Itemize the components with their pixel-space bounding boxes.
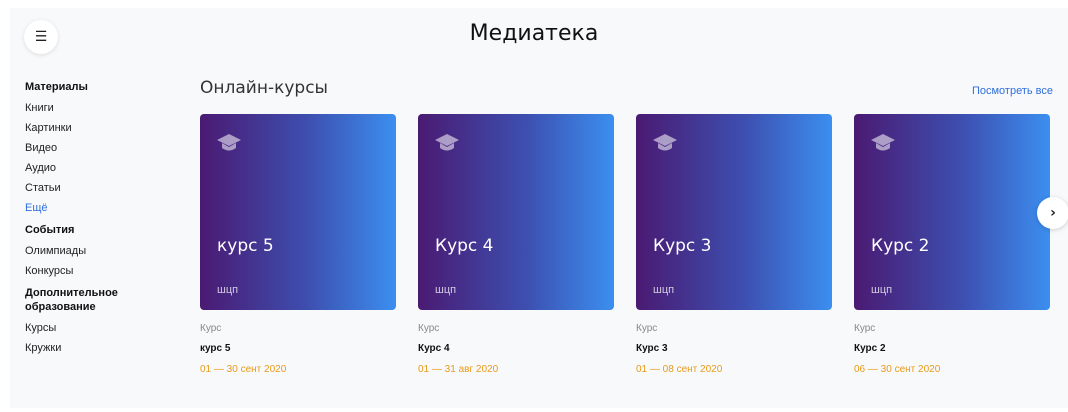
sidebar-heading-materials: Материалы: [25, 81, 88, 93]
graduation-cap-icon: [217, 134, 241, 151]
course-date: 01 — 30 сент 2020: [200, 364, 287, 375]
course-cover: Курс 4 шцп: [418, 114, 614, 310]
sidebar-item-olympiads[interactable]: Олимпиады: [25, 244, 175, 258]
course-cover-name: курс 5: [217, 236, 274, 256]
course-cover-name: Курс 3: [653, 236, 712, 256]
course-type: Курс: [200, 323, 222, 334]
sidebar-heading-education-2: образование: [25, 301, 96, 313]
graduation-cap-icon: [871, 134, 895, 151]
course-card[interactable]: курс 5 шцп Курс курс 5 01 — 30 сент 2020: [200, 114, 396, 375]
course-cover-org: шцп: [653, 284, 675, 296]
course-cover-name: Курс 2: [871, 236, 930, 256]
sidebar-item-pictures[interactable]: Картинки: [25, 121, 175, 135]
course-card[interactable]: Курс 4 шцп Курс Курс 4 01 — 31 авг 2020: [418, 114, 614, 375]
sidebar: Материалы Книги Картинки Видео Аудио Ста…: [25, 80, 175, 363]
course-cover-org: шцп: [435, 284, 457, 296]
page: ☰ Медиатека Материалы Книги Картинки Вид…: [0, 0, 1068, 412]
course-type: Курс: [418, 323, 440, 334]
sidebar-item-video[interactable]: Видео: [25, 141, 175, 155]
sidebar-group-education: Дополнительное образование Курсы Кружки: [25, 286, 175, 355]
course-type: Курс: [636, 323, 658, 334]
sidebar-item-contests[interactable]: Конкурсы: [25, 264, 175, 278]
sidebar-group-events: События Олимпиады Конкурсы: [25, 223, 175, 278]
sidebar-heading-events: События: [25, 224, 75, 236]
course-cover-org: шцп: [217, 284, 239, 296]
graduation-cap-icon: [435, 134, 459, 151]
course-cover: Курс 3 шцп: [636, 114, 832, 310]
page-title: Медиатека: [469, 21, 599, 46]
course-date: 06 — 30 сент 2020: [854, 364, 941, 375]
sidebar-item-audio[interactable]: Аудио: [25, 161, 175, 175]
carousel-next-button[interactable]: ›: [1037, 197, 1068, 229]
course-cover-name: Курс 4: [435, 236, 494, 256]
sidebar-item-courses[interactable]: Курсы: [25, 321, 175, 335]
course-cover-org: шцп: [871, 284, 893, 296]
course-card[interactable]: Курс 3 шцп Курс Курс 3 01 — 08 сент 2020: [636, 114, 832, 375]
see-all-link[interactable]: Посмотреть все: [972, 85, 1053, 97]
course-date: 01 — 08 сент 2020: [636, 364, 723, 375]
course-card[interactable]: Курс 2 шцп Курс Курс 2 06 — 30 сент 2020: [854, 114, 1050, 375]
sidebar-more-link[interactable]: Ещё: [25, 201, 175, 215]
graduation-cap-icon: [653, 134, 677, 151]
course-title[interactable]: Курс 3: [636, 343, 832, 354]
course-title[interactable]: Курс 4: [418, 343, 614, 354]
course-date: 01 — 31 авг 2020: [418, 364, 499, 375]
chevron-right-icon: ›: [1050, 205, 1056, 221]
course-type: Курс: [854, 323, 876, 334]
course-title[interactable]: Курс 2: [854, 343, 1050, 354]
course-cover: Курс 2 шцп: [854, 114, 1050, 310]
sidebar-item-articles[interactable]: Статьи: [25, 181, 175, 195]
course-cover: курс 5 шцп: [200, 114, 396, 310]
sidebar-item-clubs[interactable]: Кружки: [25, 341, 175, 355]
section-title: Онлайн-курсы: [200, 78, 328, 98]
course-title[interactable]: курс 5: [200, 343, 396, 354]
sidebar-item-books[interactable]: Книги: [25, 101, 175, 115]
sidebar-heading-education-1: Дополнительное: [25, 287, 118, 299]
sidebar-group-materials: Материалы Книги Картинки Видео Аудио Ста…: [25, 80, 175, 215]
